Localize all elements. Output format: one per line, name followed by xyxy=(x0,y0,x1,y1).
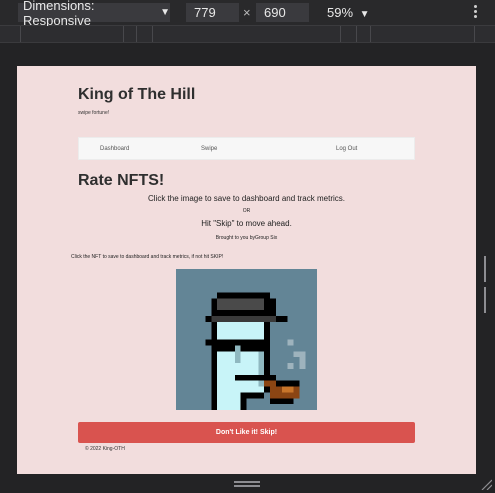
skip-button[interactable]: Don't Like it! Skip! xyxy=(78,422,415,443)
height-input[interactable]: 690 xyxy=(256,3,309,22)
resize-handle-bottom[interactable] xyxy=(234,481,260,487)
page-heading: Rate NFTS! xyxy=(78,172,165,189)
resize-handle-corner[interactable] xyxy=(480,478,492,490)
navbar: Dashboard Swipe Log Out xyxy=(78,137,415,160)
chevron-down-icon: ▼ xyxy=(160,7,170,18)
or-text: OR xyxy=(242,208,251,214)
zoom-label: 59% xyxy=(327,5,354,20)
page-viewport: King of The Hill swipe fortune! Dashboar… xyxy=(17,66,476,474)
resize-handle-right[interactable] xyxy=(484,256,490,313)
site-tagline: swipe fortune! xyxy=(78,110,110,116)
more-options-icon[interactable] xyxy=(472,4,478,21)
nav-item-dashboard[interactable]: Dashboard xyxy=(100,146,129,152)
width-input[interactable]: 779 xyxy=(186,3,239,22)
skip-instruction-text: Hit "Skip" to move ahead. xyxy=(201,219,292,228)
devtools-toolbar: Dimensions: Responsive ▼ 779 × 690 59% ▼ xyxy=(0,0,495,28)
chevron-down-icon: ▼ xyxy=(359,9,370,20)
small-instruction-text: Click the NFT to save to dashboard and t… xyxy=(71,254,224,260)
credit-text: Brought to you byGroup Six xyxy=(215,235,278,241)
nav-item-logout[interactable]: Log Out xyxy=(336,146,357,152)
nav-item-swipe[interactable]: Swipe xyxy=(201,146,217,152)
media-query-ruler[interactable] xyxy=(0,26,495,43)
nft-image[interactable] xyxy=(176,269,317,410)
dimensions-label: Dimensions: Responsive xyxy=(23,0,95,28)
site-title: King of The Hill xyxy=(78,86,196,103)
zoom-dropdown[interactable]: 59% ▼ xyxy=(327,5,370,20)
footer-copyright: © 2022 King-OTH xyxy=(85,446,125,452)
times-icon: × xyxy=(243,5,251,20)
instruction-text: Click the image to save to dashboard and… xyxy=(148,194,345,203)
dimensions-dropdown[interactable]: Dimensions: Responsive ▼ xyxy=(18,0,170,28)
